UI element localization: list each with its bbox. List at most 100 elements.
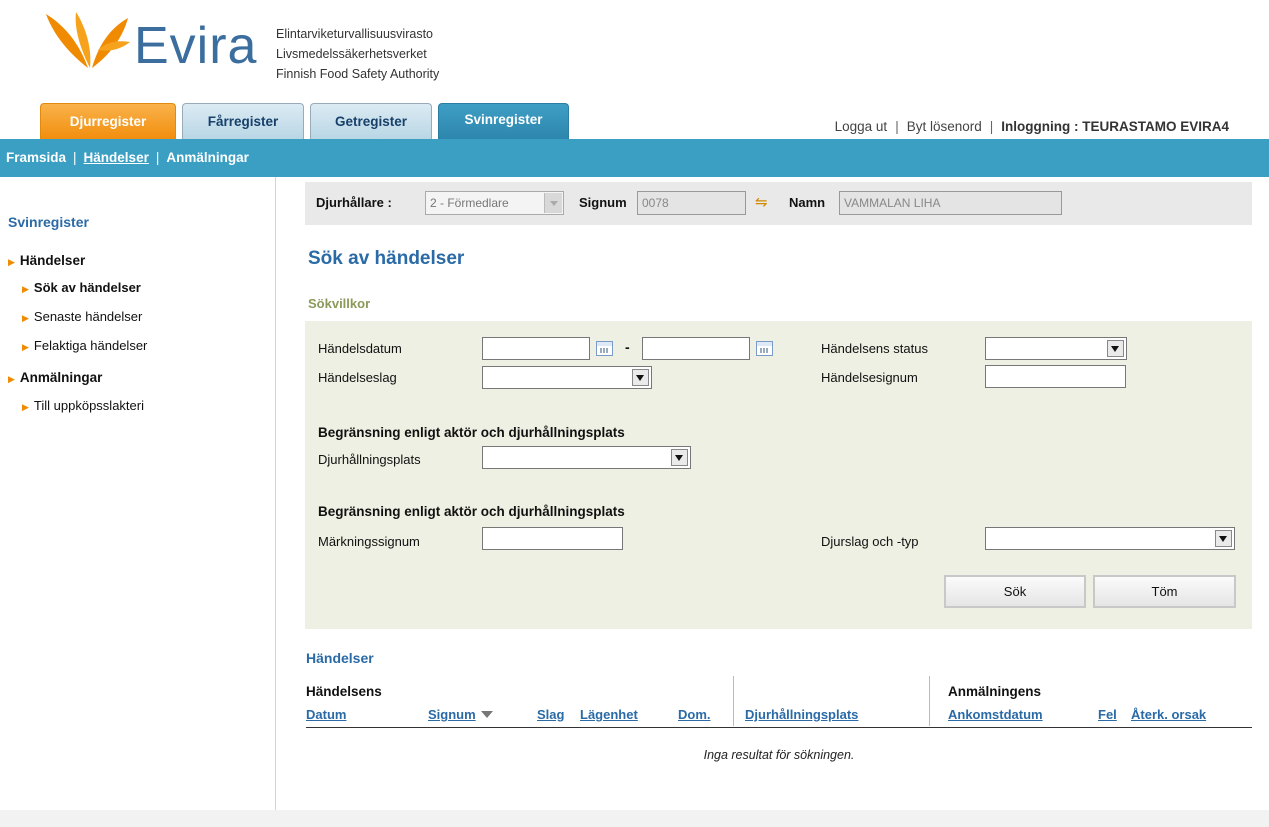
- sidebar-item-anmalningar[interactable]: ▶ Anmälningar: [8, 370, 102, 385]
- sidebar-item-handelser[interactable]: ▶ Händelser: [8, 253, 85, 268]
- sidebar-item-label: Senaste händelser: [33, 309, 143, 324]
- arrow-right-icon: ▶: [22, 402, 29, 412]
- event-date-from-input[interactable]: [482, 337, 590, 360]
- event-signum-label: Händelsesignum: [821, 370, 918, 385]
- header: Evira Elintarviketurvallisuusvirasto Liv…: [0, 0, 1269, 100]
- arrow-right-icon: ▶: [8, 257, 15, 267]
- holder-label: Djurhållare :: [316, 195, 392, 210]
- logo-text: Evira: [134, 17, 258, 75]
- tab-svinregister[interactable]: Svinregister: [438, 103, 569, 139]
- sidebar-item-till-uppkopsslakteri[interactable]: ▶ Till uppköpsslakteri: [22, 398, 144, 413]
- species-label: Djurslag och -typ: [821, 534, 919, 549]
- page-title: Sök av händelser: [308, 248, 465, 269]
- marking-signum-input[interactable]: [482, 527, 623, 550]
- tab-getregister[interactable]: Getregister: [310, 103, 432, 139]
- sidebar-title: Svinregister: [8, 214, 89, 230]
- column-datum[interactable]: Datum: [306, 707, 346, 722]
- nav-handelser[interactable]: Händelser: [84, 150, 149, 165]
- calendar-icon[interactable]: [756, 341, 773, 356]
- calendar-icon[interactable]: [596, 341, 613, 356]
- change-password-link[interactable]: Byt lösenord: [907, 119, 982, 134]
- signum-label: Signum: [579, 195, 627, 210]
- column-dom[interactable]: Dom.: [678, 707, 711, 722]
- search-button[interactable]: Sök: [944, 575, 1086, 608]
- column-divider: [929, 676, 930, 726]
- empty-results-message: Inga resultat för sökningen.: [703, 748, 855, 762]
- swap-arrows-icon[interactable]: ⇋: [755, 193, 775, 211]
- arrow-right-icon: ▶: [8, 374, 15, 384]
- sidebar-item-label: Felaktiga händelser: [33, 338, 148, 353]
- column-divider: [733, 676, 734, 726]
- separator: |: [895, 119, 899, 134]
- chevron-down-icon: [1107, 340, 1124, 357]
- sidebar-item-senaste-handelser[interactable]: ▶ Senaste händelser: [22, 309, 142, 324]
- arrow-right-icon: ▶: [22, 284, 29, 294]
- column-signum[interactable]: Signum: [428, 707, 493, 722]
- holder-bar: Djurhållare : 2 - Förmedlare Signum 0078…: [305, 182, 1252, 225]
- results-title: Händelser: [306, 650, 374, 666]
- event-signum-input[interactable]: [985, 365, 1126, 388]
- evira-leaf-icon: [46, 12, 130, 68]
- restriction-heading: Begränsning enligt aktör och djurhållnin…: [318, 425, 625, 440]
- sidebar-item-label: Anmälningar: [19, 370, 103, 385]
- tab-djurregister[interactable]: Djurregister: [40, 103, 176, 139]
- chevron-down-icon: [544, 193, 562, 213]
- sidebar-item-label: Händelser: [19, 253, 86, 268]
- table-divider: [306, 727, 1252, 728]
- marking-signum-label: Märkningssignum: [318, 534, 420, 549]
- sidebar-item-label: Sök av händelser: [33, 280, 141, 295]
- name-field[interactable]: VAMMALAN LIHA: [839, 191, 1062, 215]
- holder-type-select[interactable]: 2 - Förmedlare: [425, 191, 564, 215]
- column-signum-label: Signum: [428, 707, 476, 722]
- separator: |: [155, 150, 160, 165]
- separator: |: [989, 119, 994, 134]
- restriction-heading: Begränsning enligt aktör och djurhållnin…: [318, 504, 625, 519]
- chevron-down-icon: [671, 449, 688, 466]
- agency-name-sv: Livsmedelssäkerhetsverket: [276, 47, 427, 61]
- chevron-down-icon: [1215, 530, 1232, 547]
- agency-names: Elintarviketurvallisuusvirasto Livsmedel…: [276, 24, 439, 84]
- footer: [0, 810, 1269, 827]
- column-aterk-orsak[interactable]: Återk. orsak: [1131, 707, 1206, 722]
- holding-select[interactable]: [482, 446, 691, 469]
- name-label: Namn: [789, 195, 826, 210]
- arrow-right-icon: ▶: [22, 342, 29, 352]
- signum-field[interactable]: 0078: [637, 191, 746, 215]
- report-group-header: Anmälningens: [948, 684, 1042, 699]
- event-status-label: Händelsens status: [821, 341, 928, 356]
- logout-link[interactable]: Logga ut: [835, 119, 888, 134]
- event-type-select[interactable]: [482, 366, 652, 389]
- event-type-label: Händelseslag: [318, 370, 397, 385]
- sort-desc-icon: [480, 711, 493, 718]
- column-fel[interactable]: Fel: [1098, 707, 1117, 722]
- column-djurhallningsplats[interactable]: Djurhållningsplats: [745, 707, 858, 722]
- agency-name-fi: Elintarviketurvallisuusvirasto: [276, 27, 434, 41]
- column-slag[interactable]: Slag: [537, 707, 564, 722]
- separator: |: [73, 150, 77, 165]
- breadcrumb-nav: Framsida | Händelser | Anmälningar: [0, 139, 1269, 177]
- holding-label: Djurhållningsplats: [318, 452, 421, 467]
- account-links: Logga ut | Byt lösenord | Inloggning : T…: [835, 119, 1229, 134]
- tab-farregister[interactable]: Fårregister: [182, 103, 304, 139]
- arrow-right-icon: ▶: [22, 313, 29, 323]
- nav-framsida[interactable]: Framsida: [6, 150, 66, 165]
- evira-logo[interactable]: Evira: [40, 10, 270, 80]
- event-date-label: Händelsdatum: [318, 341, 402, 356]
- date-separator: -: [625, 339, 630, 355]
- login-info: Inloggning : TEURASTAMO EVIRA4: [1001, 119, 1229, 134]
- sidebar-item-label: Till uppköpsslakteri: [33, 398, 144, 413]
- nav-anmalningar[interactable]: Anmälningar: [166, 150, 249, 165]
- chevron-down-icon: [632, 369, 649, 386]
- event-group-header: Händelsens: [306, 684, 382, 699]
- column-ankomstdatum[interactable]: Ankomstdatum: [948, 707, 1043, 722]
- sidebar-item-sok-av-handelser[interactable]: ▶ Sök av händelser: [22, 280, 141, 295]
- sidebar-item-felaktiga-handelser[interactable]: ▶ Felaktiga händelser: [22, 338, 147, 353]
- criteria-title: Sökvillkor: [308, 296, 371, 311]
- species-select[interactable]: [985, 527, 1235, 550]
- event-status-select[interactable]: [985, 337, 1127, 360]
- clear-button[interactable]: Töm: [1093, 575, 1236, 608]
- event-date-to-input[interactable]: [642, 337, 750, 360]
- register-tabs: Djurregister Fårregister Getregister Svi…: [40, 103, 569, 139]
- holder-type-value: 2 - Förmedlare: [430, 196, 509, 210]
- column-lagenhet[interactable]: Lägenhet: [580, 707, 638, 722]
